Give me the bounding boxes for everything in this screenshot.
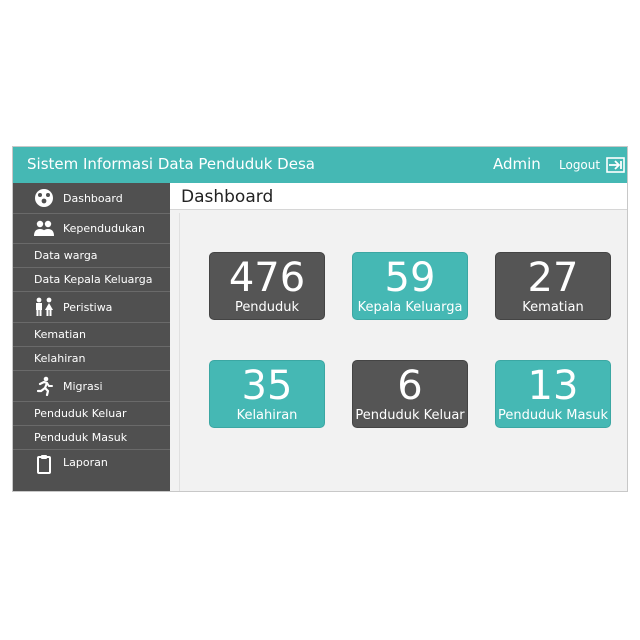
sidebar-item-label: Kematian [34,328,86,341]
stat-tile-penduduk[interactable]: 476 Penduduk [209,252,325,320]
stat-tile-kelahiran[interactable]: 35 Kelahiran [209,360,325,428]
logout-label: Logout [559,158,601,172]
stat-label: Kelahiran [236,408,298,423]
stat-tile-kematian[interactable]: 27 Kematian [495,252,611,320]
sidebar-item-kelahiran[interactable]: Kelahiran [13,347,170,371]
stat-tile-penduduk-masuk[interactable]: 13 Penduduk Masuk [495,360,611,428]
stat-label: Penduduk [234,300,300,315]
stat-tile-kepala-keluarga[interactable]: 59 Kepala Keluarga [352,252,468,320]
clipboard-icon [33,454,55,474]
sidebar-item-data-kepala-keluarga[interactable]: Data Kepala Keluarga [13,268,170,292]
stat-tile-penduduk-keluar[interactable]: 6 Penduduk Keluar [352,360,468,428]
app-title: Sistem Informasi Data Penduduk Desa [27,155,315,173]
sidebar-item-label: Data Kepala Keluarga [34,273,153,286]
sidebar-item-label: Penduduk Masuk [34,431,128,444]
sidebar-item-label: Kelahiran [34,352,86,365]
stat-value: 27 [527,255,579,301]
sidebar-item-laporan[interactable]: Laporan [13,450,170,477]
page-title: Dashboard [181,187,274,207]
stat-label: Kepala Keluarga [357,300,463,315]
sidebar-item-label: Kependudukan [63,222,145,235]
sidebar-item-peristiwa[interactable]: Peristiwa [13,292,170,323]
stat-value: 35 [241,363,293,409]
page-header: Dashboard [170,183,627,210]
sidebar-item-label: Migrasi [63,379,103,393]
sidebar-item-dashboard[interactable]: Dashboard [13,183,170,214]
sidebar-item-kematian[interactable]: Kematian [13,323,170,347]
stat-value: 6 [397,363,423,409]
sidebar-item-label: Dashboard [63,191,123,205]
couple-icon [33,297,55,317]
logout-icon [606,157,625,173]
top-bar: Sistem Informasi Data Penduduk Desa Admi… [13,147,627,183]
sidebar-item-kependudukan[interactable]: Kependudukan [13,214,170,244]
sidebar-item-data-warga[interactable]: Data warga [13,244,170,268]
stat-value: 13 [527,363,579,409]
sidebar-item-label: Data warga [34,249,98,262]
sidebar-item-penduduk-keluar[interactable]: Penduduk Keluar [13,402,170,426]
stat-value: 59 [384,255,436,301]
stat-value: 476 [228,255,306,301]
app-window: Sistem Informasi Data Penduduk Desa Admi… [12,146,628,492]
dashboard-content: 476 Penduduk 59 Kepala Keluarga 27 Kemat… [179,213,626,491]
people-icon [33,219,55,239]
sidebar-item-penduduk-masuk[interactable]: Penduduk Masuk [13,426,170,450]
stat-label: Penduduk Keluar [355,408,465,423]
logout-button[interactable]: Logout [559,155,626,175]
stat-label: Kematian [522,300,584,315]
sidebar: Dashboard Kependudukan Data warga Data K… [13,183,170,491]
sidebar-item-label: Penduduk Keluar [34,407,127,420]
sidebar-item-label: Peristiwa [63,300,113,314]
sidebar-item-label: Laporan [63,456,108,469]
stat-label: Penduduk Masuk [498,408,608,423]
running-person-icon [33,376,55,396]
dashboard-icon [33,188,55,208]
sidebar-item-migrasi[interactable]: Migrasi [13,371,170,402]
user-name[interactable]: Admin [493,155,541,173]
